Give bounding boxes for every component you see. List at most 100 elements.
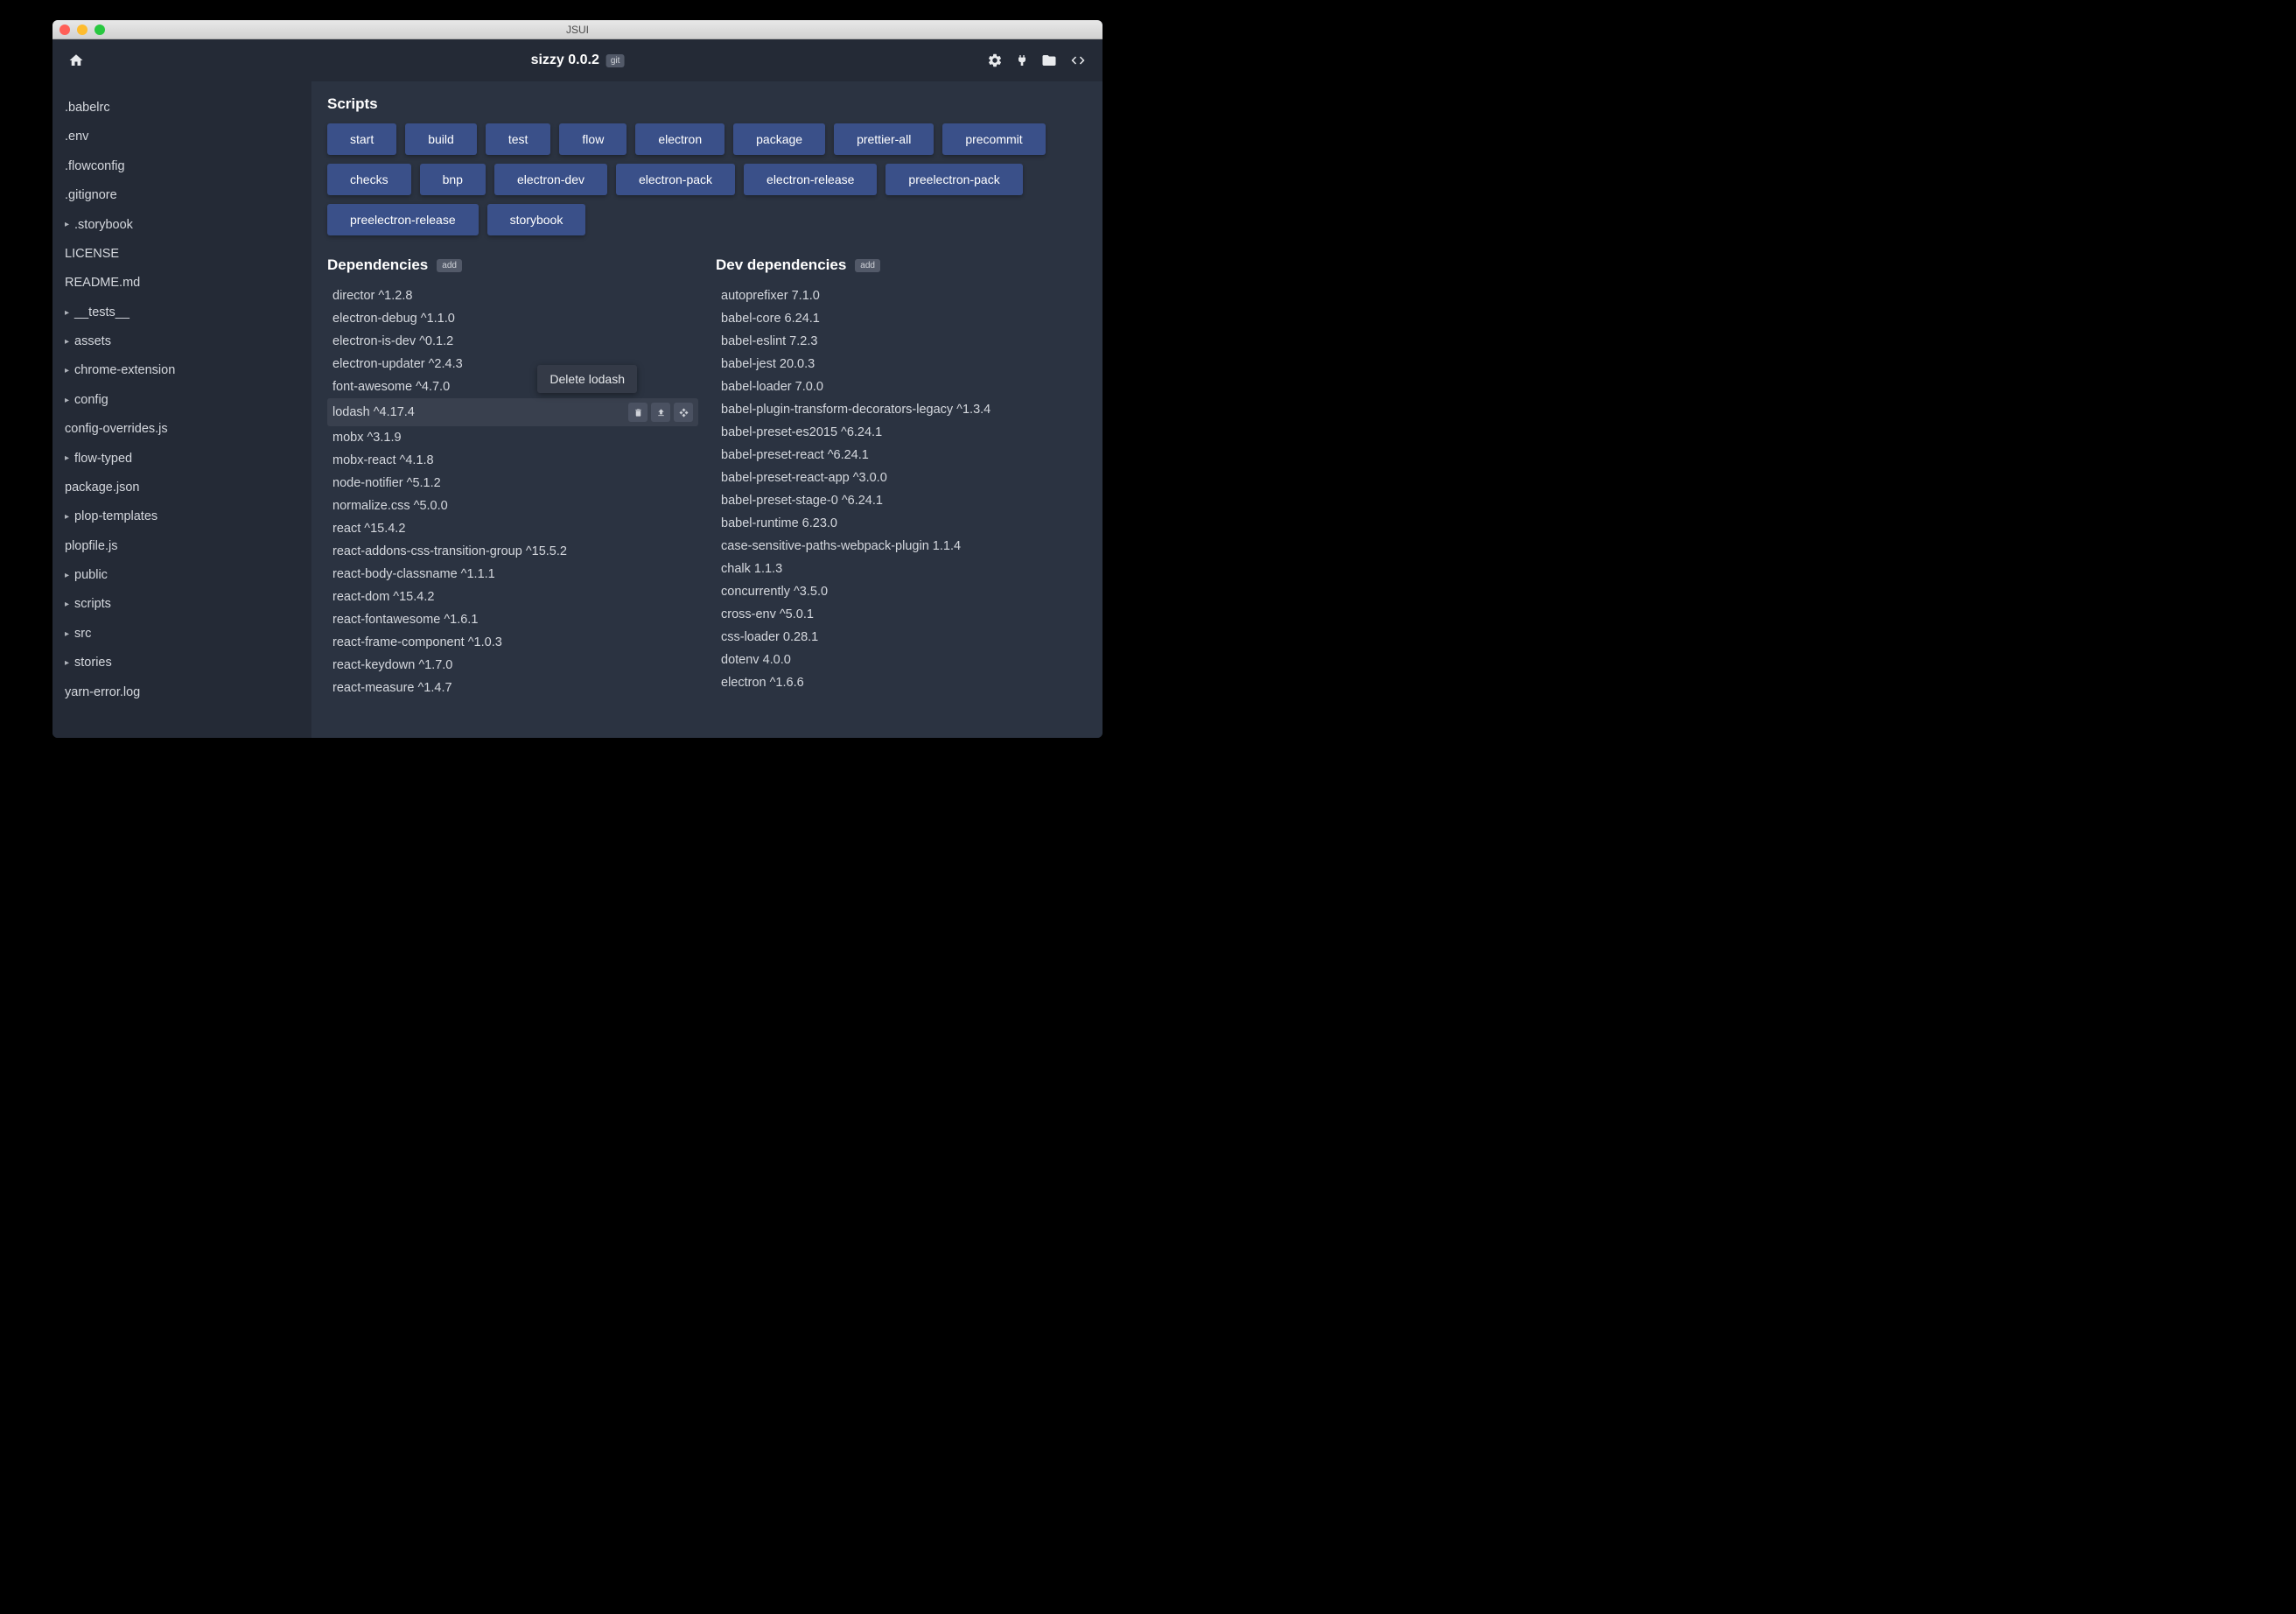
folder-icon[interactable] <box>1041 53 1057 68</box>
file-item[interactable]: config-overrides.js <box>52 415 312 444</box>
file-item[interactable]: yarn-error.log <box>52 678 312 707</box>
dependency-item[interactable]: react-keydown ^1.7.0 <box>327 654 698 677</box>
dev-dependency-item[interactable]: chalk 1.1.3 <box>716 558 1087 580</box>
file-name: flow-typed <box>74 448 132 470</box>
dependency-item[interactable]: react-frame-component ^1.0.3 <box>327 631 698 654</box>
script-button[interactable]: prettier-all <box>834 123 934 155</box>
dependency-item[interactable]: mobx ^3.1.9 <box>327 426 698 449</box>
dependency-item[interactable]: electron-debug ^1.1.0 <box>327 307 698 330</box>
file-item[interactable]: .babelrc <box>52 94 312 123</box>
dev-dependency-item[interactable]: babel-jest 20.0.3 <box>716 353 1087 375</box>
folder-item[interactable]: stories <box>52 649 312 677</box>
project-name: sizzy 0.0.2 <box>531 53 599 68</box>
delete-icon[interactable] <box>628 403 648 422</box>
script-button[interactable]: flow <box>559 123 626 155</box>
code-icon[interactable] <box>1069 53 1087 68</box>
dev-dependency-item[interactable]: cross-env ^5.0.1 <box>716 603 1087 626</box>
dependency-item[interactable]: font-awesome ^4.7.0 <box>327 375 698 398</box>
file-item[interactable]: plopfile.js <box>52 532 312 561</box>
file-item[interactable]: .env <box>52 123 312 151</box>
script-button[interactable]: package <box>733 123 825 155</box>
dev-dependency-item[interactable]: concurrently ^3.5.0 <box>716 580 1087 603</box>
script-button[interactable]: build <box>405 123 477 155</box>
folder-item[interactable]: plop-templates <box>52 502 312 531</box>
folder-item[interactable]: chrome-extension <box>52 356 312 385</box>
script-button[interactable]: preelectron-pack <box>886 164 1022 195</box>
dev-dependency-label: babel-loader 7.0.0 <box>721 380 823 394</box>
dependency-item[interactable]: normalize.css ^5.0.0 <box>327 495 698 517</box>
file-item[interactable]: README.md <box>52 269 312 298</box>
dev-dependency-item[interactable]: babel-plugin-transform-decorators-legacy… <box>716 398 1087 421</box>
dependency-item[interactable]: mobx-react ^4.1.8 <box>327 449 698 472</box>
dev-dependency-item[interactable]: case-sensitive-paths-webpack-plugin 1.1.… <box>716 535 1087 558</box>
script-button[interactable]: storybook <box>487 204 586 235</box>
dependencies-add-button[interactable]: add <box>437 259 462 272</box>
script-button[interactable]: electron-release <box>744 164 877 195</box>
script-button[interactable]: bnp <box>420 164 486 195</box>
dependency-item[interactable]: node-notifier ^5.1.2 <box>327 472 698 495</box>
script-button[interactable]: electron <box>635 123 724 155</box>
file-item[interactable]: .gitignore <box>52 181 312 210</box>
dependency-item[interactable]: electron-updater ^2.4.3 <box>327 353 698 375</box>
dependency-item[interactable]: react-fontawesome ^1.6.1 <box>327 608 698 631</box>
folder-item[interactable]: scripts <box>52 590 312 619</box>
dependency-item[interactable]: director ^1.2.8 <box>327 284 698 307</box>
settings-icon[interactable] <box>987 53 1003 68</box>
dev-dependency-item[interactable]: babel-preset-es2015 ^6.24.1 <box>716 421 1087 444</box>
script-button[interactable]: precommit <box>942 123 1045 155</box>
scripts-heading: Scripts <box>327 95 1087 113</box>
dev-dependency-item[interactable]: babel-eslint 7.2.3 <box>716 330 1087 353</box>
folder-item[interactable]: __tests__ <box>52 298 312 327</box>
close-window-button[interactable] <box>60 25 70 35</box>
minimize-window-button[interactable] <box>77 25 88 35</box>
dependency-item[interactable]: react ^15.4.2 <box>327 517 698 540</box>
delete-tooltip: Delete lodash <box>537 365 637 393</box>
move-icon[interactable] <box>674 403 693 422</box>
folder-item[interactable]: assets <box>52 327 312 356</box>
dependency-item[interactable]: electron-is-dev ^0.1.2 <box>327 330 698 353</box>
upgrade-icon[interactable] <box>651 403 670 422</box>
dev-dependency-item[interactable]: babel-preset-stage-0 ^6.24.1 <box>716 489 1087 512</box>
dev-dependency-item[interactable]: autoprefixer 7.1.0 <box>716 284 1087 307</box>
dependency-item[interactable]: react-measure ^1.4.7 <box>327 677 698 699</box>
folder-item[interactable]: public <box>52 561 312 590</box>
dev-dependencies-column: Dev dependencies add autoprefixer 7.1.0 b… <box>716 256 1087 699</box>
dependency-item[interactable]: react-body-classname ^1.1.1 <box>327 563 698 586</box>
folder-item[interactable]: src <box>52 620 312 649</box>
dependency-item[interactable]: react-dom ^15.4.2 <box>327 586 698 608</box>
dev-dependency-item[interactable]: dotenv 4.0.0 <box>716 649 1087 671</box>
dependency-item[interactable]: lodash ^4.17.4Delete lodash <box>327 398 698 426</box>
plug-icon[interactable] <box>1015 53 1029 68</box>
dev-dependency-item[interactable]: babel-preset-react ^6.24.1 <box>716 444 1087 467</box>
dev-dependency-item[interactable]: babel-runtime 6.23.0 <box>716 512 1087 535</box>
home-icon[interactable] <box>68 53 84 68</box>
file-item[interactable]: LICENSE <box>52 240 312 269</box>
dev-dependency-label: autoprefixer 7.1.0 <box>721 289 820 303</box>
dev-dependencies-add-button[interactable]: add <box>855 259 880 272</box>
scripts-list: start build testflow electron package prettie… <box>327 123 1087 235</box>
folder-item[interactable]: config <box>52 386 312 415</box>
file-item[interactable]: .flowconfig <box>52 152 312 181</box>
script-button[interactable]: electron-dev <box>494 164 607 195</box>
script-button[interactable]: start <box>327 123 396 155</box>
folder-item[interactable]: flow-typed <box>52 445 312 474</box>
script-button[interactable]: checks <box>327 164 411 195</box>
folder-item[interactable]: .storybook <box>52 211 312 240</box>
dev-dependency-item[interactable]: babel-core 6.24.1 <box>716 307 1087 330</box>
dev-dependency-item[interactable]: electron ^1.6.6 <box>716 671 1087 694</box>
dev-dependency-item[interactable]: babel-loader 7.0.0 <box>716 375 1087 398</box>
dev-dependency-item[interactable]: babel-preset-react-app ^3.0.0 <box>716 467 1087 489</box>
script-button[interactable]: electron-pack <box>616 164 735 195</box>
maximize-window-button[interactable] <box>94 25 105 35</box>
script-button[interactable]: preelectron-release <box>327 204 479 235</box>
dev-dependency-item[interactable]: css-loader 0.28.1 <box>716 626 1087 649</box>
dev-dependencies-list: autoprefixer 7.1.0babel-core 6.24.1babel… <box>716 284 1087 694</box>
script-button[interactable]: test <box>486 123 551 155</box>
dependency-label: lodash ^4.17.4 <box>332 405 415 419</box>
dependency-item[interactable]: react-addons-css-transition-group ^15.5.… <box>327 540 698 563</box>
dependencies-list: director ^1.2.8electron-debug ^1.1.0elec… <box>327 284 698 699</box>
file-item[interactable]: package.json <box>52 474 312 502</box>
git-badge[interactable]: git <box>606 54 625 67</box>
dev-dependencies-heading: Dev dependencies add <box>716 256 1087 274</box>
app-window: JSUI sizzy 0.0.2 git .babelrc.env.flowco… <box>52 20 1102 738</box>
